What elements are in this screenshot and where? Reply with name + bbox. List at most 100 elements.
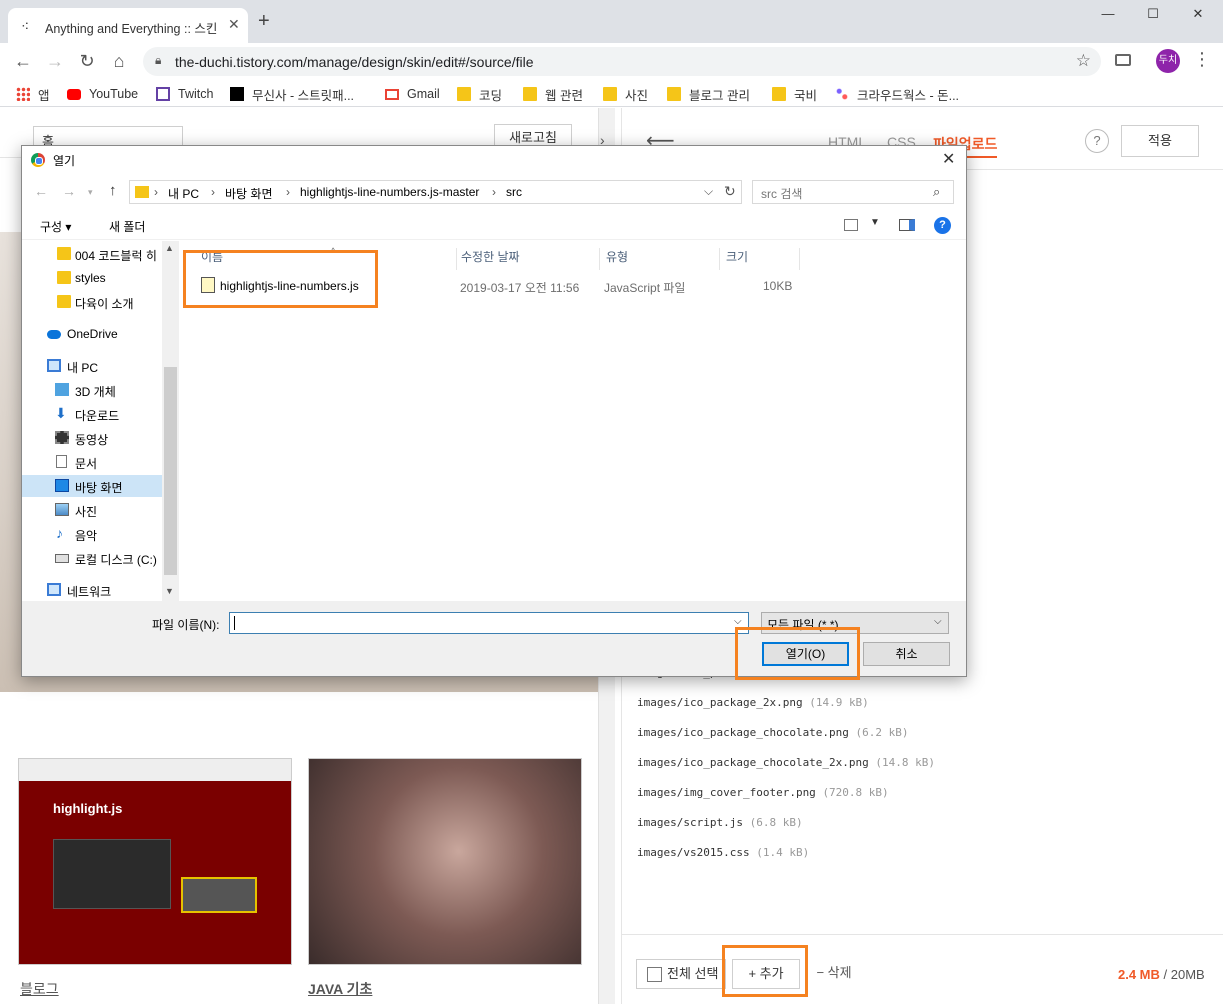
chrome-menu-icon[interactable]: ⋮	[1193, 50, 1211, 68]
new-folder-button[interactable]: 새 폴더	[109, 218, 145, 235]
recent-dropdown-icon[interactable]: ▾	[88, 187, 93, 198]
column-header-type[interactable]: 유형	[600, 248, 720, 270]
minimize-button[interactable]: —	[1088, 6, 1128, 26]
dialog-refresh-icon[interactable]: ↻	[724, 183, 736, 200]
bookmark-folder-blog[interactable]: 블로그 관리	[667, 84, 750, 104]
dialog-back-icon[interactable]: ←	[34, 183, 48, 199]
filename-dropdown-icon[interactable]: ⌵	[734, 616, 742, 627]
bookmark-musinsa[interactable]: 무신사 - 스트릿패...	[230, 84, 354, 104]
nav-item-folder-codeblock[interactable]: 004 코드블럭 히	[22, 243, 162, 265]
file-row[interactable]: images/img_cover_footer.png (720.8 kB)	[637, 786, 889, 806]
post-thumbnail-java[interactable]	[308, 758, 582, 965]
tab-title: Anything and Everything :: 스킨	[45, 22, 218, 36]
folder-icon	[57, 247, 71, 260]
home-button[interactable]: ⌂	[107, 49, 131, 73]
reload-button[interactable]: ↻	[75, 49, 99, 73]
file-open-dialog: 열기 ✕ ← → ▾ ↑ › 내 PC › 바탕 화면 › highlightj…	[21, 145, 967, 677]
profile-avatar[interactable]: 두치	[1156, 49, 1180, 73]
breadcrumb-project[interactable]: highlightjs-line-numbers.js-master	[300, 185, 479, 199]
nav-item-desktop[interactable]: 바탕 화면	[22, 475, 162, 497]
column-header-size[interactable]: 크기	[720, 248, 800, 270]
scroll-up-icon[interactable]: ▲	[165, 243, 174, 253]
bookmark-gmail[interactable]: Gmail	[385, 84, 440, 104]
browser-toolbar: ← → ↻ ⌂ 🔒︎ the-duchi.tistory.com/manage/…	[0, 43, 1223, 80]
tab-close-icon[interactable]: ✕	[228, 16, 240, 33]
dialog-forward-icon[interactable]: →	[62, 183, 76, 199]
bookmark-apps[interactable]: 앱	[16, 84, 50, 104]
post-thumbnail-blog[interactable]: highlight.js	[18, 758, 292, 965]
bookmark-folder-photos[interactable]: 사진	[603, 84, 648, 104]
column-header-date[interactable]: 수정한 날짜	[455, 248, 600, 270]
file-row[interactable]: images/ico_package_chocolate.png (6.2 kB…	[637, 726, 909, 746]
document-icon	[56, 455, 67, 468]
dialog-search-input[interactable]: src 검색 ⌕	[752, 180, 954, 204]
nav-item-3d-objects[interactable]: 3D 개체	[22, 379, 162, 401]
nav-item-folder-succulent[interactable]: 다육이 소개	[22, 291, 162, 313]
onedrive-icon	[47, 330, 61, 339]
storage-usage: 2.4 MB / 20MB	[1118, 967, 1205, 982]
forward-button[interactable]: →	[43, 49, 67, 73]
bookmark-folder-web[interactable]: 웹 관련	[523, 84, 583, 104]
checkbox-box[interactable]	[647, 967, 662, 982]
post-caption-blog[interactable]: 블로그	[20, 979, 59, 999]
preview-pane-icon[interactable]	[899, 219, 915, 231]
close-window-button[interactable]: ✕	[1178, 6, 1218, 26]
dialog-help-icon[interactable]: ?	[934, 217, 951, 234]
breadcrumb-desktop[interactable]: 바탕 화면	[225, 185, 273, 202]
folder-icon	[523, 87, 537, 101]
breadcrumb-pc[interactable]: 내 PC	[168, 185, 199, 202]
address-dropdown-icon[interactable]: ⌵	[704, 184, 713, 199]
select-all-checkbox[interactable]: 전체 선택	[636, 959, 726, 989]
lock-icon: 🔒︎	[155, 53, 162, 67]
nav-item-videos[interactable]: 동영상	[22, 427, 162, 449]
maximize-button[interactable]: ☐	[1133, 6, 1173, 26]
scroll-thumb[interactable]	[164, 367, 177, 575]
file-row[interactable]: images/ico_package_chocolate_2x.png (14.…	[637, 756, 935, 776]
delete-file-button[interactable]: − 삭제	[804, 959, 864, 989]
gmail-icon	[385, 88, 399, 100]
bookmark-folder-coding[interactable]: 코딩	[457, 84, 502, 104]
filename-input[interactable]: ⌵	[229, 612, 749, 634]
breadcrumb-src[interactable]: src	[506, 185, 522, 199]
nav-item-folder-styles[interactable]: styles	[22, 267, 162, 289]
view-dropdown-icon[interactable]: ▼	[870, 217, 880, 228]
dialog-address-bar[interactable]: › 내 PC › 바탕 화면 › highlightjs-line-number…	[129, 180, 742, 204]
scroll-down-icon[interactable]: ▼	[165, 586, 174, 596]
bookmark-folder-gukbi[interactable]: 국비	[772, 84, 817, 104]
nav-item-music[interactable]: ♪ 음악	[22, 523, 162, 545]
nav-item-this-pc[interactable]: 내 PC	[22, 355, 162, 377]
nav-item-pictures[interactable]: 사진	[22, 499, 162, 521]
apply-button[interactable]: 적용	[1121, 125, 1199, 157]
cancel-button[interactable]: 취소	[863, 642, 950, 666]
up-folder-icon[interactable]: ↑	[109, 182, 117, 199]
organize-menu[interactable]: 구성 ▾	[40, 218, 71, 235]
desktop-icon	[55, 479, 69, 492]
bookmark-crowdworks[interactable]: 크라우드웍스 - 돈...	[835, 84, 959, 104]
nav-item-downloads[interactable]: ⬇ 다운로드	[22, 403, 162, 425]
bookmark-star-icon[interactable]: ☆	[1076, 51, 1091, 71]
bookmark-youtube[interactable]: YouTube	[67, 84, 138, 104]
new-tab-button[interactable]: +	[258, 11, 270, 31]
nav-pane-scrollbar[interactable]: ▲ ▼	[162, 241, 179, 601]
post-caption-java[interactable]: JAVA 기초	[308, 979, 372, 999]
address-bar[interactable]: 🔒︎ the-duchi.tistory.com/manage/design/s…	[143, 47, 1101, 76]
3d-objects-icon	[55, 383, 69, 396]
pictures-icon	[55, 503, 69, 516]
cast-icon[interactable]	[1115, 54, 1131, 66]
nav-item-network[interactable]: 네트워크	[22, 579, 162, 601]
file-row[interactable]: images/vs2015.css (1.4 kB)	[637, 846, 809, 866]
nav-item-documents[interactable]: 문서	[22, 451, 162, 473]
help-icon[interactable]: ?	[1085, 129, 1109, 153]
folder-icon	[57, 271, 71, 284]
folder-icon	[772, 87, 786, 101]
nav-item-onedrive[interactable]: OneDrive	[22, 323, 162, 345]
file-row[interactable]: images/script.js (6.8 kB)	[637, 816, 803, 836]
bookmark-twitch[interactable]: Twitch	[156, 84, 213, 104]
bookmarks-bar: 앱 YouTube Twitch 무신사 - 스트릿패... Gmail 코딩 …	[0, 80, 1223, 107]
file-row[interactable]: images/ico_package_2x.png (14.9 kB)	[637, 696, 869, 716]
view-options-icon[interactable]	[844, 219, 858, 231]
back-button[interactable]: ←	[11, 49, 35, 73]
browser-tab[interactable]: ⁖ Anything and Everything :: 스킨 ✕	[8, 8, 248, 43]
nav-item-local-disk[interactable]: 로컬 디스크 (C:)	[22, 547, 162, 569]
dialog-close-icon[interactable]: ✕	[942, 149, 955, 169]
